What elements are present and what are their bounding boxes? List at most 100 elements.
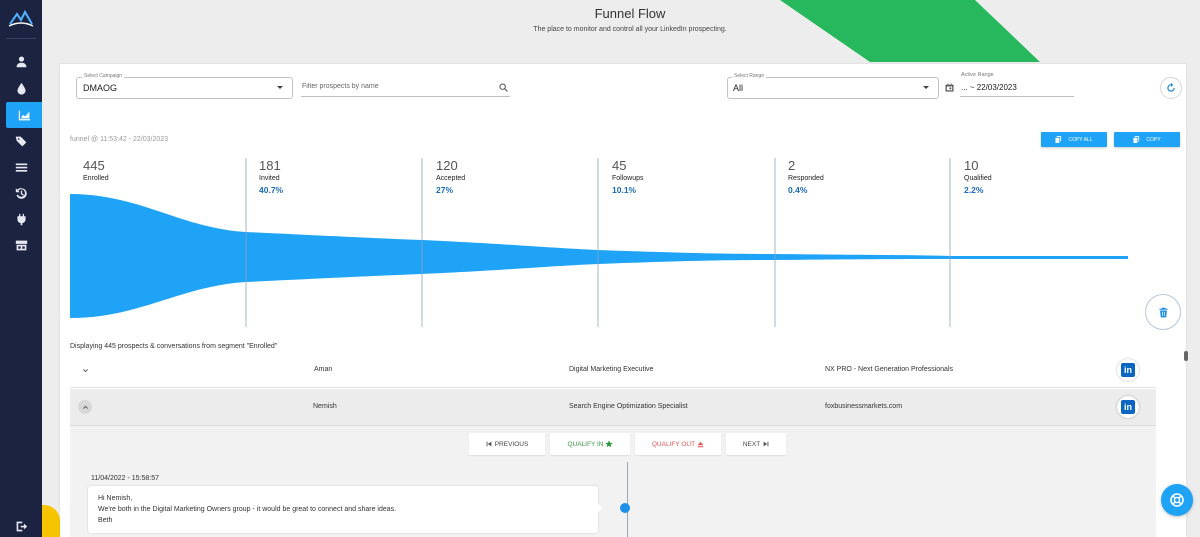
stage-count: 181 xyxy=(259,158,281,173)
delete-button[interactable] xyxy=(1145,294,1181,330)
copy-button[interactable]: COPY xyxy=(1114,132,1180,147)
stage-label: Responded xyxy=(788,175,824,182)
sidebar-item-tags[interactable] xyxy=(0,130,42,152)
prospect-company: NX PRO - Next Generation Professionals xyxy=(825,366,953,373)
skip-next-icon xyxy=(763,441,769,447)
funnel-timestamp: funnel @ 11:53:42 - 22/03/2023 xyxy=(70,136,169,143)
sidebar-item-prospects[interactable] xyxy=(0,50,42,72)
sidebar-item-history[interactable] xyxy=(0,182,42,204)
previous-button[interactable]: PREVIOUS xyxy=(469,433,545,455)
stage-accepted[interactable]: 120 Accepted 27% xyxy=(436,158,465,195)
copy-icon xyxy=(1055,136,1062,143)
linkedin-icon: in xyxy=(1121,400,1135,414)
timeline-marker xyxy=(620,503,630,513)
app-logo-icon[interactable] xyxy=(7,8,35,30)
message-line: Hi Nemish, xyxy=(98,495,133,502)
chevron-down-icon xyxy=(82,368,88,372)
conversation-timeline xyxy=(627,462,628,537)
stage-percent: 10.1% xyxy=(612,185,637,195)
qualify-in-label: QUALIFY IN xyxy=(567,440,604,448)
tags-icon xyxy=(15,136,26,146)
message-line: Beth xyxy=(98,517,113,524)
stage-enrolled[interactable]: 445 Enrolled xyxy=(83,158,109,182)
stage-percent: 2.2% xyxy=(964,185,984,195)
stage-followups[interactable]: 45 Followups 10.1% xyxy=(612,158,644,195)
stage-responded[interactable]: 2 Responded 0.4% xyxy=(788,158,824,195)
range-select[interactable] xyxy=(727,77,939,99)
plug-icon xyxy=(16,213,26,225)
star-icon xyxy=(604,440,613,448)
prospect-title: Digital Marketing Executive xyxy=(569,366,654,373)
chevron-down-icon xyxy=(277,86,283,89)
sidebar-item-integrations[interactable] xyxy=(0,208,42,230)
prospect-name: Nemish xyxy=(313,403,337,410)
skip-previous-icon xyxy=(486,441,492,447)
linkedin-profile-button[interactable]: in xyxy=(1117,396,1139,418)
inbox-icon xyxy=(15,162,27,172)
stage-label: Qualified xyxy=(964,175,992,182)
prospect-search-input[interactable] xyxy=(302,83,482,90)
page-subtitle: The place to monitor and control all you… xyxy=(533,26,727,33)
sidebar-divider xyxy=(6,38,36,39)
sidebar-item-drip[interactable] xyxy=(0,77,42,99)
stage-count: 10 xyxy=(964,158,979,173)
stage-count: 120 xyxy=(436,158,458,173)
chevron-down-icon xyxy=(923,86,929,89)
linkedin-icon: in xyxy=(1121,363,1135,377)
campaign-select-label: Select Campaign xyxy=(82,73,125,79)
stage-percent: 27% xyxy=(436,185,454,195)
person-icon xyxy=(16,55,26,67)
stage-count: 45 xyxy=(612,158,627,173)
storefront-icon xyxy=(15,240,27,250)
prospect-company: foxbusinessmarkets.com xyxy=(825,403,903,410)
message-bubble: Hi Nemish, We're both in the Digital Mar… xyxy=(88,486,598,533)
sidebar-item-marketplace[interactable] xyxy=(0,234,42,256)
copy-all-label: COPY ALL xyxy=(1068,136,1093,143)
qualify-in-button[interactable]: QUALIFY IN xyxy=(550,433,630,455)
stage-count: 445 xyxy=(83,158,105,173)
next-button[interactable]: NEXT xyxy=(726,433,786,455)
stage-invited[interactable]: 181 Invited 40.7% xyxy=(259,158,283,195)
logout-icon xyxy=(16,521,27,531)
range-select-value: All xyxy=(733,83,744,93)
eject-icon xyxy=(697,441,704,447)
search-icon[interactable] xyxy=(499,83,508,92)
sidebar-logout[interactable] xyxy=(0,515,42,537)
stage-qualified[interactable]: 10 Qualified 2.2% xyxy=(964,158,992,195)
sidebar-item-funnel[interactable] xyxy=(6,102,42,128)
sidebar-item-inbox[interactable] xyxy=(0,156,42,178)
help-button[interactable] xyxy=(1161,484,1193,516)
campaign-select-value: DMAOG xyxy=(83,83,118,93)
qualify-out-label: QUALIFY OUT xyxy=(651,440,696,448)
active-range-value: ... ~ 22/03/2023 xyxy=(961,83,1017,92)
stage-percent: 0.4% xyxy=(788,185,808,195)
expand-row-button[interactable] xyxy=(78,363,92,377)
message-bubble-pointer xyxy=(597,503,603,513)
chart-icon xyxy=(18,110,30,120)
scrollbar-thumb[interactable] xyxy=(1184,351,1188,361)
calendar-icon[interactable] xyxy=(945,83,954,92)
stage-label: Accepted xyxy=(436,175,466,182)
lifebuoy-icon xyxy=(1170,493,1184,507)
stage-label: Enrolled xyxy=(83,175,109,182)
prospect-search-field xyxy=(301,79,510,97)
segment-summary: Displaying 445 prospects & conversations… xyxy=(70,343,278,350)
message-line: We're both in the Digital Marketing Owne… xyxy=(98,506,397,513)
copy-icon xyxy=(1133,136,1140,143)
collapse-row-button[interactable] xyxy=(78,400,92,414)
stage-label: Followups xyxy=(612,175,644,182)
linkedin-profile-button[interactable]: in xyxy=(1117,359,1139,381)
drop-icon xyxy=(16,82,26,95)
table-row[interactable]: Nemish Search Engine Optimization Specia… xyxy=(70,389,1156,425)
qualify-out-button[interactable]: QUALIFY OUT xyxy=(635,433,721,455)
trash-icon xyxy=(1158,307,1168,317)
sidebar xyxy=(0,0,42,537)
stage-label: Invited xyxy=(259,175,280,182)
next-label: NEXT xyxy=(742,440,761,448)
message-timestamp: 11/04/2022 - 15:58:57 xyxy=(91,475,159,482)
refresh-button[interactable] xyxy=(1160,77,1182,99)
table-row[interactable]: Aman Digital Marketing Executive NX PRO … xyxy=(70,352,1156,388)
refresh-icon xyxy=(1167,83,1175,92)
chevron-up-icon xyxy=(82,405,88,409)
copy-all-button[interactable]: COPY ALL xyxy=(1041,132,1107,147)
